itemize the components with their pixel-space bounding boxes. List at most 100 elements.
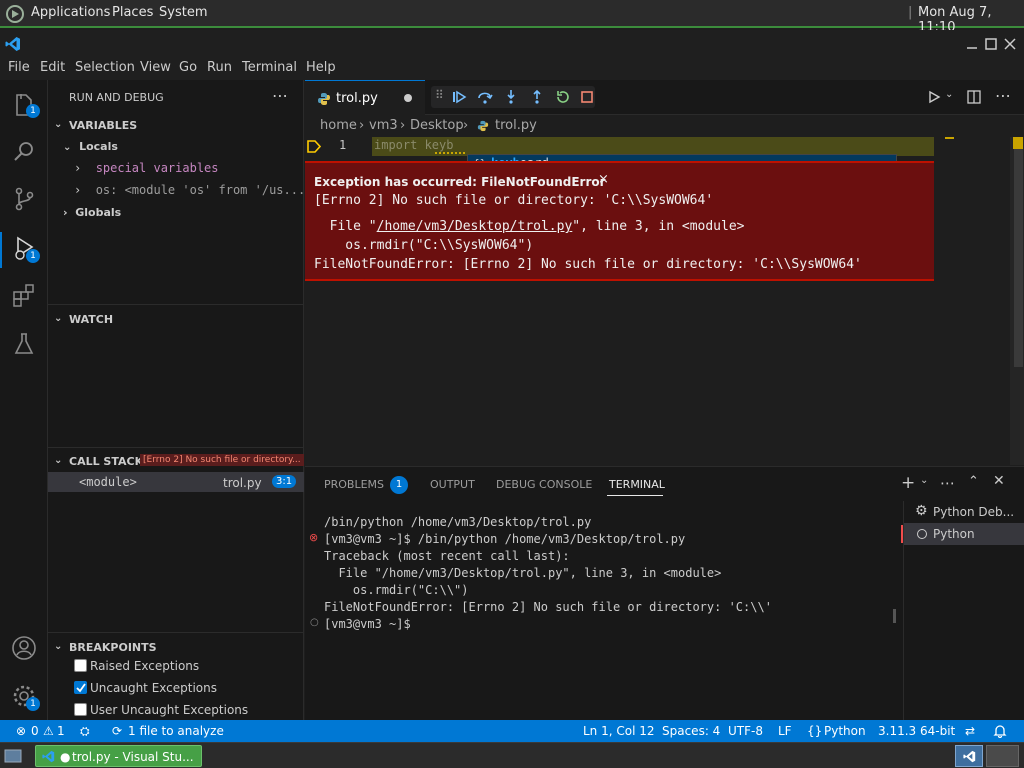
os-variable-item[interactable]: › os: <module 'os' from '/us... [74,183,305,197]
maximize-icon[interactable] [985,38,997,50]
menu-places[interactable]: Places [112,5,153,20]
tab-trol-py[interactable]: trol.py [305,80,425,115]
debug-pointer-icon [307,140,321,153]
breadcrumb-vm3[interactable]: vm3 [369,118,398,133]
menu-applications[interactable]: Applications [31,5,110,20]
breadcrumb-file[interactable]: trol.py [495,118,537,133]
chevron-down-icon[interactable]: ⌄ [920,475,928,486]
workspace-switcher-1[interactable] [955,745,983,767]
editor-more-icon[interactable]: ⋯ [995,86,1011,105]
watch-section-header[interactable]: ⌄ WATCH [48,309,304,331]
exception-close-icon[interactable]: × [598,172,609,187]
cursor-position[interactable]: Ln 1, Col 12 [583,724,655,738]
prompt-decoration-icon[interactable]: ○ [310,617,319,628]
variables-section-header[interactable]: ⌄ VARIABLES [48,115,304,137]
terminal-item-python-debug[interactable]: ⚙ Python Deb... [904,501,1024,523]
tab-debug-console[interactable]: DEBUG CONSOLE [496,478,592,491]
menu-terminal[interactable]: Terminal [242,60,297,75]
terminal-scrollbar[interactable] [893,609,896,623]
terminal-item-python[interactable]: Python [901,523,1024,545]
problems-status[interactable]: ⊗ 0 ⚠ 1 [10,720,70,742]
chevron-down-icon[interactable]: ⌄ [945,89,953,100]
close-panel-icon[interactable]: ✕ [993,473,1005,489]
taskbar-window-button[interactable]: ● trol.py - Visual Stu... [35,745,202,767]
menu-help[interactable]: Help [306,60,336,75]
user-uncaught-exceptions-checkbox[interactable] [74,703,87,716]
unsaved-dot-icon[interactable] [404,94,412,102]
special-variables-item[interactable]: › special variables [74,161,219,175]
end-of-line[interactable]: LF [778,724,792,738]
extensions-icon[interactable] [10,282,38,310]
locals-scope[interactable]: ⌄ Locals [63,140,118,153]
more-actions-icon[interactable]: ⋯ [272,86,288,105]
show-desktop-icon[interactable] [4,749,22,763]
callstack-frame-row[interactable]: <module> trol.py 3:1 [48,472,304,492]
code-editor[interactable]: 1 import keyb {} keyboard Exception has … [305,137,1024,465]
python-file-icon [477,120,489,132]
uncaught-exceptions-checkbox[interactable] [74,681,87,694]
workspace-switcher-2[interactable] [986,745,1019,767]
tab-terminal[interactable]: TERMINAL [609,478,665,491]
menu-file[interactable]: File [8,60,30,75]
step-over-icon[interactable] [477,89,493,105]
panel-more-icon[interactable]: ⋯ [940,474,955,492]
search-icon[interactable] [10,138,38,166]
indentation[interactable]: Spaces: 4 [662,724,720,738]
error-decoration-icon[interactable]: ⊗ [309,531,318,544]
status-bar: ⊗ 0 ⚠ 1 ⛭ ⟳ 1 file to analyze Ln 1, Col … [0,720,1024,742]
raised-exceptions-checkbox[interactable] [74,659,87,672]
notifications-bell-icon[interactable] [993,724,1007,738]
menu-run[interactable]: Run [207,60,232,75]
vscode-logo-icon [963,750,976,763]
frame-file: trol.py [223,476,262,490]
editor-scrollbar[interactable] [1010,137,1024,465]
breakpoint-uncaught-exceptions[interactable]: Uncaught Exceptions [74,680,294,700]
debug-sidebar: RUN AND DEBUG ⋯ ⌄ VARIABLES ⌄ Locals › sp… [48,80,305,722]
continue-icon[interactable] [451,89,467,105]
menu-system[interactable]: System [159,5,207,20]
stop-icon[interactable] [579,89,595,105]
minimize-icon[interactable] [966,38,978,50]
breakpoints-section-header[interactable]: ⌄ BREAKPOINTS [48,637,304,659]
drag-handle-icon[interactable]: ⠿ [435,88,444,102]
encoding[interactable]: UTF-8 [728,724,763,738]
line-number: 1 [339,138,347,152]
exception-trace-code: os.rmdir("C:\\SysWOW64") [314,238,534,253]
exception-message: [Errno 2] No such file or directory: 'C:… [314,193,714,208]
live-share-icon[interactable]: ⇄ [965,724,975,738]
language-mode[interactable]: Python [824,724,866,738]
run-file-icon[interactable] [927,90,941,104]
vscode-logo-icon [5,37,20,51]
frame-position-badge: 3:1 [272,475,297,488]
breakpoint-user-uncaught-exceptions[interactable]: User Uncaught Exceptions [74,702,294,722]
maximize-panel-icon[interactable]: ⌃ [968,474,979,489]
analyze-status[interactable]: 1 file to analyze [128,724,224,738]
menu-edit[interactable]: Edit [40,60,65,75]
new-terminal-icon[interactable]: + [901,473,915,493]
split-editor-icon[interactable] [967,90,981,104]
callstack-section-header[interactable]: ⌄ CALL STACK [Errno 2] No such file or di… [48,451,304,473]
python-interpreter[interactable]: 3.11.3 64-bit [878,724,955,738]
tab-output[interactable]: OUTPUT [430,478,475,491]
exception-trace-link[interactable]: /home/vm3/Desktop/trol.py [377,219,573,234]
tab-problems[interactable]: PROBLEMS [324,478,384,491]
globals-scope[interactable]: › Globals [63,206,121,219]
testing-flask-icon[interactable] [10,330,38,358]
step-into-icon[interactable] [503,89,519,105]
debug-launch-icon[interactable]: ⛭ [80,724,90,739]
breadcrumb-desktop[interactable]: Desktop [410,118,464,133]
accounts-icon[interactable] [10,634,38,662]
breadcrumb-home[interactable]: home [320,118,357,133]
restart-icon[interactable] [555,89,571,105]
step-out-icon[interactable] [529,89,545,105]
menu-view[interactable]: View [140,60,171,75]
source-control-icon[interactable] [10,185,38,213]
chevron-down-icon: ⌄ [63,142,72,153]
menu-selection[interactable]: Selection [75,60,135,75]
exception-title: Exception has occurred: FileNotFoundErro… [314,175,606,189]
gnome-foot-icon[interactable] [6,5,24,23]
breakpoint-raised-exceptions[interactable]: Raised Exceptions [74,658,294,678]
menu-go[interactable]: Go [179,60,197,75]
close-window-icon[interactable] [1004,38,1016,50]
code-line-1[interactable]: import keyb [374,138,453,152]
